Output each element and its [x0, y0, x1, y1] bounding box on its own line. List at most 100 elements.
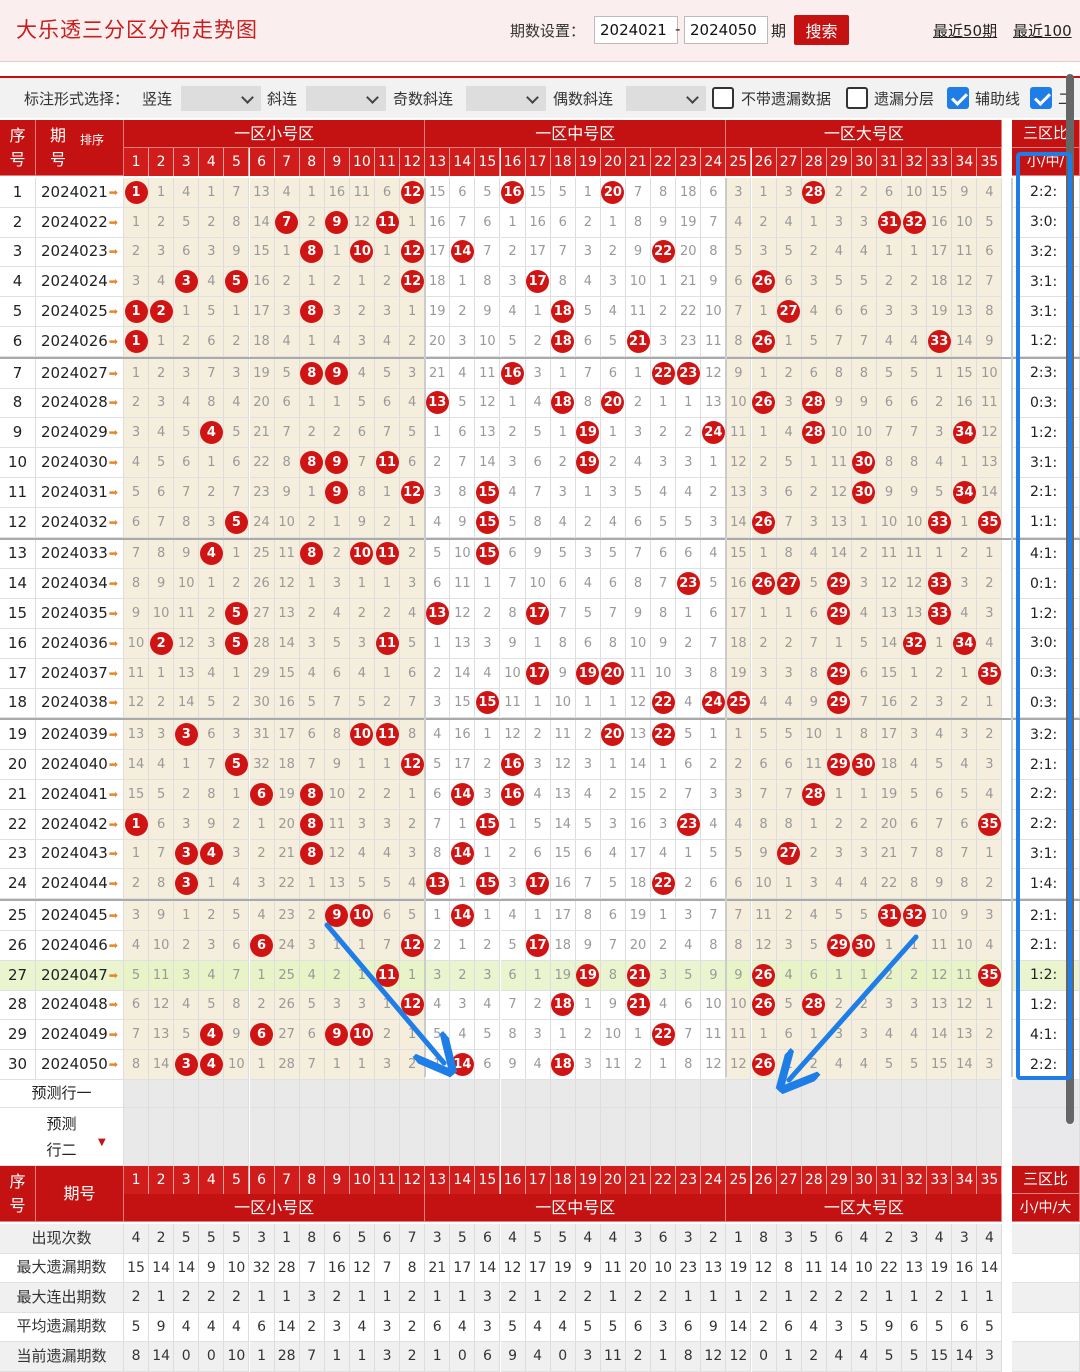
odd-diagonal-select[interactable] — [466, 86, 546, 111]
predict-cell[interactable] — [124, 1108, 150, 1166]
aux-line-checkbox[interactable] — [947, 87, 969, 109]
predict-cell[interactable] — [550, 1108, 576, 1166]
predict-cell[interactable] — [224, 1080, 250, 1108]
row-period[interactable]: 2024024 ➡ — [36, 267, 124, 298]
predict-cell[interactable] — [525, 1108, 551, 1166]
predict-cell[interactable] — [550, 1080, 576, 1108]
row-period[interactable]: 2024021 ➡ — [36, 178, 124, 208]
period-end-input[interactable]: 2024050 — [684, 16, 768, 44]
row-period[interactable]: 2024023 ➡ — [36, 237, 124, 268]
predict-cell[interactable] — [199, 1080, 225, 1108]
no-miss-checkbox[interactable] — [712, 87, 734, 109]
predict-cell[interactable] — [249, 1080, 275, 1108]
predict-cell[interactable] — [726, 1080, 752, 1108]
row-period[interactable]: 2024029 ➡ — [36, 418, 124, 449]
row-period[interactable]: 2024036 ➡ — [36, 629, 124, 659]
predict-cell[interactable] — [425, 1080, 451, 1108]
row-period[interactable]: 2024026 ➡ — [36, 327, 124, 357]
predict-cell[interactable] — [425, 1108, 451, 1166]
predict-cell[interactable] — [927, 1080, 953, 1108]
predict-cell[interactable] — [851, 1080, 877, 1108]
predict-cell[interactable] — [877, 1080, 903, 1108]
predict-cell[interactable] — [776, 1080, 802, 1108]
predict-cell[interactable] — [400, 1108, 426, 1166]
vertical-select[interactable] — [181, 86, 261, 111]
predict-cell[interactable] — [375, 1080, 401, 1108]
predict-cell[interactable] — [575, 1108, 601, 1166]
predict-cell[interactable] — [927, 1108, 953, 1166]
predict-cell[interactable] — [450, 1080, 476, 1108]
predict-cell[interactable] — [400, 1080, 426, 1108]
predict-cell[interactable] — [174, 1108, 200, 1166]
predict-cell[interactable] — [776, 1108, 802, 1166]
period-start-input[interactable]: 2024021 — [594, 16, 678, 44]
predict-cell[interactable] — [801, 1108, 827, 1166]
recent-100-link[interactable]: 最近100 — [1013, 20, 1072, 41]
predict-cell[interactable] — [701, 1080, 727, 1108]
predict-cell[interactable] — [651, 1108, 677, 1166]
row-period[interactable]: 2024046 ➡ — [36, 931, 124, 961]
predict-cell[interactable] — [349, 1080, 375, 1108]
sort-button[interactable]: 排序 — [80, 134, 104, 146]
predict-cell[interactable] — [375, 1108, 401, 1166]
predict-cell[interactable] — [500, 1080, 526, 1108]
row-period[interactable]: 2024042 ➡ — [36, 809, 124, 840]
row-period[interactable]: 2024038 ➡ — [36, 688, 124, 719]
row-period[interactable]: 2024031 ➡ — [36, 478, 124, 508]
predict-cell[interactable] — [826, 1080, 852, 1108]
predict-cell[interactable] — [977, 1108, 1003, 1166]
row-period[interactable]: 2024035 ➡ — [36, 599, 124, 629]
predict-cell[interactable] — [124, 1080, 150, 1108]
row-period[interactable]: 2024034 ➡ — [36, 569, 124, 600]
predict-cell[interactable] — [701, 1108, 727, 1166]
predict-cell[interactable] — [149, 1108, 175, 1166]
predict-cell[interactable] — [174, 1080, 200, 1108]
row-period[interactable]: 2024039 ➡ — [36, 720, 124, 751]
predict-cell[interactable] — [249, 1108, 275, 1166]
predict-cell[interactable] — [801, 1080, 827, 1108]
diagonal-select[interactable] — [306, 86, 386, 111]
miss-layer-checkbox[interactable] — [846, 87, 868, 109]
row-period[interactable]: 2024022 ➡ — [36, 207, 124, 238]
row-period[interactable]: 2024049 ➡ — [36, 1020, 124, 1051]
predict-cell[interactable] — [952, 1080, 978, 1108]
predict-cell[interactable] — [349, 1108, 375, 1166]
row-period[interactable]: 2024037 ➡ — [36, 658, 124, 689]
predict-cell[interactable] — [600, 1080, 626, 1108]
caret-down-icon[interactable]: ▼ — [98, 1138, 106, 1148]
row-period[interactable]: 2024030 ➡ — [36, 448, 124, 478]
predict-cell[interactable] — [274, 1080, 300, 1108]
row-period[interactable]: 2024027 ➡ — [36, 358, 124, 389]
recent-50-link[interactable]: 最近50期 — [933, 20, 997, 41]
predict-cell[interactable] — [952, 1108, 978, 1166]
predict-cell[interactable] — [751, 1080, 777, 1108]
row-period[interactable]: 2024041 ➡ — [36, 780, 124, 810]
predict-cell[interactable] — [626, 1108, 652, 1166]
row-period[interactable]: 2024045 ➡ — [36, 901, 124, 931]
row-period[interactable]: 2024050 ➡ — [36, 1050, 124, 1080]
search-button[interactable]: 搜索 — [794, 15, 849, 45]
predict-cell[interactable] — [600, 1108, 626, 1166]
predict-cell[interactable] — [525, 1080, 551, 1108]
row-period[interactable]: 2024044 ➡ — [36, 869, 124, 900]
predict-cell[interactable] — [475, 1108, 501, 1166]
predict-cell[interactable] — [751, 1108, 777, 1166]
row-period[interactable]: 2024043 ➡ — [36, 839, 124, 870]
row-period[interactable]: 2024040 ➡ — [36, 750, 124, 780]
predict-cell[interactable] — [324, 1108, 350, 1166]
second-checkbox[interactable] — [1030, 87, 1052, 109]
predict-cell[interactable] — [575, 1080, 601, 1108]
predict-cell[interactable] — [224, 1108, 250, 1166]
predict-cell[interactable] — [851, 1108, 877, 1166]
predict-cell[interactable] — [676, 1080, 702, 1108]
predict-cell[interactable] — [274, 1108, 300, 1166]
predict-cell[interactable] — [902, 1108, 928, 1166]
predict-cell[interactable] — [450, 1108, 476, 1166]
predict-cell[interactable] — [902, 1080, 928, 1108]
even-diagonal-select[interactable] — [626, 86, 706, 111]
row-period[interactable]: 2024048 ➡ — [36, 990, 124, 1021]
predict-cell[interactable] — [324, 1080, 350, 1108]
row-period[interactable]: 2024032 ➡ — [36, 507, 124, 538]
predict-cell[interactable] — [626, 1080, 652, 1108]
predict-cell[interactable] — [149, 1080, 175, 1108]
